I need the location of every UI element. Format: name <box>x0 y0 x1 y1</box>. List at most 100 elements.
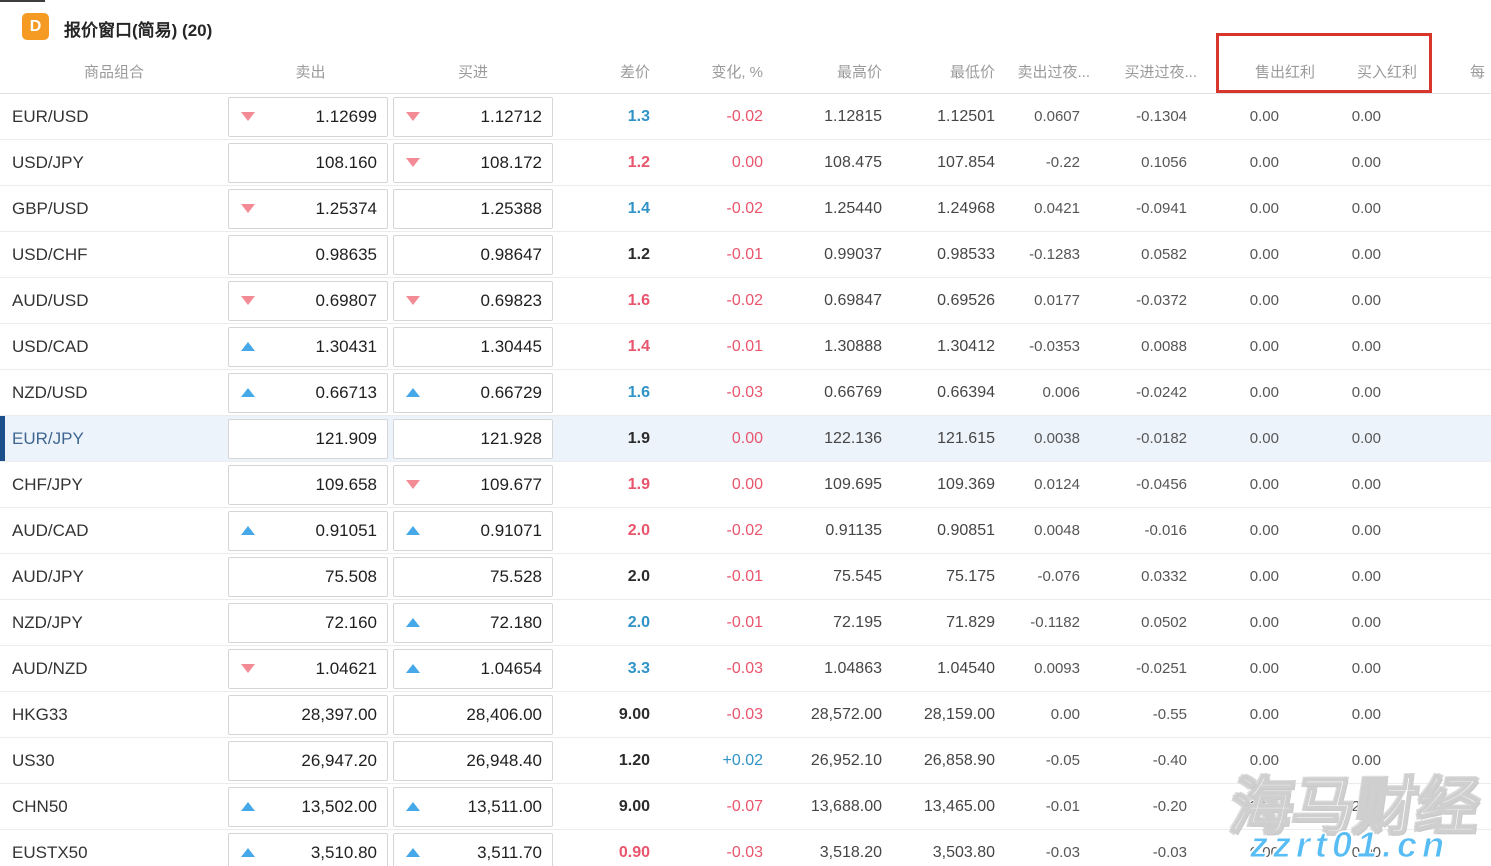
sell-dividend-value: 0.00 <box>1187 384 1279 401</box>
sell-price-button[interactable]: 1.04621 <box>228 649 388 689</box>
buy-price-button[interactable]: 0.91071 <box>393 511 553 551</box>
sell-dividend-value: 0.00 <box>1187 660 1279 677</box>
price-direction-icon <box>241 388 255 397</box>
sell-price-button[interactable]: 109.658 <box>228 465 388 505</box>
buy-price-button[interactable]: 109.677 <box>393 465 553 505</box>
buy-overnight-value: -0.40 <box>1080 752 1187 769</box>
buy-overnight-value: 0.0582 <box>1080 246 1187 263</box>
sell-price-button[interactable]: 75.508 <box>228 557 388 597</box>
sell-price-value: 13,502.00 <box>301 797 387 817</box>
high-price-value: 0.91135 <box>763 522 882 540</box>
col-header-change[interactable]: 变化, % <box>650 61 763 82</box>
table-row[interactable]: EUR/USD 1.12699 1.12712 1.3 -0.02 1.1281… <box>0 93 1491 139</box>
buy-price-button[interactable]: 1.04654 <box>393 649 553 689</box>
table-row[interactable]: AUD/NZD 1.04621 1.04654 3.3 -0.03 1.0486… <box>0 645 1491 691</box>
selected-row-indicator <box>0 416 5 461</box>
table-row[interactable]: HKG33 28,397.00 28,406.00 9.00 -0.03 28,… <box>0 691 1491 737</box>
buy-price-value: 108.172 <box>481 153 552 173</box>
table-row[interactable]: NZD/USD 0.66713 0.66729 1.6 -0.03 0.6676… <box>0 369 1491 415</box>
sell-price-button[interactable]: 3,510.80 <box>228 833 388 866</box>
spread-value: 1.9 <box>553 430 650 448</box>
sell-price-button[interactable]: 1.25374 <box>228 189 388 229</box>
sell-price-button[interactable]: 121.909 <box>228 419 388 459</box>
sell-price-button[interactable]: 72.160 <box>228 603 388 643</box>
sell-overnight-value: -0.05 <box>995 752 1080 769</box>
buy-price-value: 75.528 <box>490 567 552 587</box>
buy-price-button[interactable]: 0.66729 <box>393 373 553 413</box>
buy-overnight-value: -0.0941 <box>1080 200 1187 217</box>
table-row[interactable]: NZD/JPY 72.160 72.180 2.0 -0.01 72.195 7… <box>0 599 1491 645</box>
buy-dividend-value: 0.00 <box>1279 476 1381 493</box>
sell-price-button[interactable]: 108.160 <box>228 143 388 183</box>
col-header-low[interactable]: 最低价 <box>882 61 995 82</box>
col-header-high[interactable]: 最高价 <box>763 61 882 82</box>
price-direction-icon <box>241 112 255 121</box>
table-row[interactable]: USD/JPY 108.160 108.172 1.2 0.00 108.475… <box>0 139 1491 185</box>
buy-dividend-value: 0.00 <box>1279 706 1381 723</box>
sell-price-button[interactable]: 26,947.20 <box>228 741 388 781</box>
buy-dividend-value: 0.00 <box>1279 614 1381 631</box>
col-header-spread[interactable]: 差价 <box>553 61 650 82</box>
buy-price-button[interactable]: 28,406.00 <box>393 695 553 735</box>
change-percent-value: +0.02 <box>650 752 763 770</box>
table-row[interactable]: AUD/CAD 0.91051 0.91071 2.0 -0.02 0.9113… <box>0 507 1491 553</box>
sell-price-button[interactable]: 1.30431 <box>228 327 388 367</box>
table-row[interactable]: AUD/JPY 75.508 75.528 2.0 -0.01 75.545 7… <box>0 553 1491 599</box>
col-header-buy-overnight[interactable]: 买进过夜... <box>1090 61 1197 82</box>
spread-value: 1.9 <box>553 476 650 494</box>
col-header-symbol[interactable]: 商品组合 <box>0 61 228 82</box>
buy-price-button[interactable]: 121.928 <box>393 419 553 459</box>
sell-price-button[interactable]: 0.69807 <box>228 281 388 321</box>
sell-price-button[interactable]: 13,502.00 <box>228 787 388 827</box>
sell-dividend-value: 0.00 <box>1187 522 1279 539</box>
buy-price-button[interactable]: 3,511.70 <box>393 833 553 866</box>
sell-price-value: 1.25374 <box>316 199 387 219</box>
table-row[interactable]: CHF/JPY 109.658 109.677 1.9 0.00 109.695… <box>0 461 1491 507</box>
buy-price-button[interactable]: 72.180 <box>393 603 553 643</box>
sell-price-value: 0.66713 <box>316 383 387 403</box>
col-header-sell[interactable]: 卖出 <box>228 61 393 82</box>
symbol-label: USD/CHF <box>0 245 228 265</box>
low-price-value: 71.829 <box>882 614 995 632</box>
buy-price-button[interactable]: 26,948.40 <box>393 741 553 781</box>
symbol-label: CHF/JPY <box>0 475 228 495</box>
table-row[interactable]: GBP/USD 1.25374 1.25388 1.4 -0.02 1.2544… <box>0 185 1491 231</box>
table-row[interactable]: USD/CAD 1.30431 1.30445 1.4 -0.01 1.3088… <box>0 323 1491 369</box>
low-price-value: 0.69526 <box>882 292 995 310</box>
sell-price-button[interactable]: 0.98635 <box>228 235 388 275</box>
sell-price-button[interactable]: 1.12699 <box>228 97 388 137</box>
buy-price-button[interactable]: 0.98647 <box>393 235 553 275</box>
buy-price-button[interactable]: 75.528 <box>393 557 553 597</box>
buy-price-button[interactable]: 13,511.00 <box>393 787 553 827</box>
sell-price-button[interactable]: 0.66713 <box>228 373 388 413</box>
high-price-value: 1.04863 <box>763 660 882 678</box>
change-percent-value: -0.03 <box>650 660 763 678</box>
quote-table-body: EUR/USD 1.12699 1.12712 1.3 -0.02 1.1281… <box>0 93 1491 866</box>
high-price-value: 3,518.20 <box>763 844 882 862</box>
buy-price-button[interactable]: 108.172 <box>393 143 553 183</box>
buy-price-value: 1.12712 <box>481 107 552 127</box>
change-percent-value: -0.01 <box>650 614 763 632</box>
buy-price-value: 1.04654 <box>481 659 552 679</box>
spread-value: 2.0 <box>553 522 650 540</box>
col-header-buy[interactable]: 买进 <box>393 61 553 82</box>
sell-dividend-value: 0.00 <box>1187 706 1279 723</box>
buy-price-button[interactable]: 1.30445 <box>393 327 553 367</box>
price-direction-icon <box>406 296 420 305</box>
buy-price-button[interactable]: 0.69823 <box>393 281 553 321</box>
buy-dividend-value: 0.00 <box>1279 108 1381 125</box>
buy-price-button[interactable]: 1.12712 <box>393 97 553 137</box>
symbol-label: AUD/USD <box>0 291 228 311</box>
price-direction-icon <box>406 158 420 167</box>
low-price-value: 1.24968 <box>882 200 995 218</box>
table-row[interactable]: AUD/USD 0.69807 0.69823 1.6 -0.02 0.6984… <box>0 277 1491 323</box>
sell-price-value: 3,510.80 <box>311 843 387 863</box>
high-price-value: 1.12815 <box>763 108 882 126</box>
low-price-value: 26,858.90 <box>882 752 995 770</box>
table-row[interactable]: USD/CHF 0.98635 0.98647 1.2 -0.01 0.9903… <box>0 231 1491 277</box>
buy-price-button[interactable]: 1.25388 <box>393 189 553 229</box>
sell-price-button[interactable]: 0.91051 <box>228 511 388 551</box>
table-row[interactable]: EUR/JPY 121.909 121.928 1.9 0.00 122.136… <box>0 415 1491 461</box>
col-header-sell-overnight[interactable]: 卖出过夜... <box>1005 61 1090 82</box>
sell-price-button[interactable]: 28,397.00 <box>228 695 388 735</box>
